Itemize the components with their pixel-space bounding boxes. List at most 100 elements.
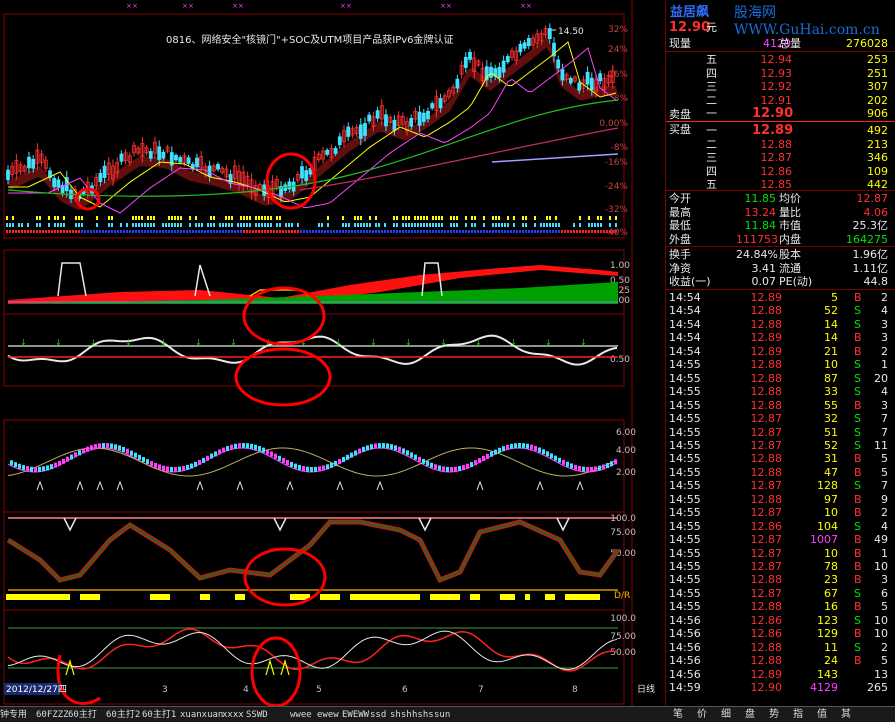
candle-body bbox=[392, 119, 397, 131]
tick-volume: 104 bbox=[817, 519, 838, 533]
tick-row: 14:55 12.88 33 S 4 bbox=[666, 385, 895, 398]
quote-tab[interactable]: 笔 bbox=[673, 708, 683, 722]
tick-volume: 11 bbox=[824, 640, 838, 654]
tick-row: 14:55 12.88 16 B 5 bbox=[666, 600, 895, 613]
stat-row: 收益(一) 0.07 PE(动) 44.8 bbox=[666, 275, 895, 288]
tick-row: 14:55 12.87 1007 B 49 bbox=[666, 533, 895, 546]
tick-price: 12.89 bbox=[750, 291, 783, 304]
quote-tab[interactable]: 细 bbox=[721, 708, 731, 722]
stat-label: 最高 bbox=[669, 205, 691, 219]
tick-side: S bbox=[854, 425, 861, 439]
tick-side: B bbox=[854, 546, 862, 560]
stat-label: 流通 bbox=[779, 261, 801, 275]
indicator-tab[interactable]: EWEWW bbox=[342, 708, 369, 722]
candle-body bbox=[589, 77, 594, 91]
tick-row: 14:55 12.88 55 B 3 bbox=[666, 399, 895, 412]
sub3-tick: 6.00 bbox=[616, 428, 636, 438]
quote-tab[interactable]: 价 bbox=[697, 708, 707, 722]
bid-volume: 109 bbox=[867, 164, 888, 178]
bid-volume: 492 bbox=[867, 124, 888, 137]
ask-price: 12.92 bbox=[760, 80, 793, 93]
tick-time: 14:55 bbox=[669, 533, 701, 547]
tick-side: S bbox=[854, 371, 861, 385]
tick-price: 12.86 bbox=[750, 627, 783, 641]
tick-price: 12.88 bbox=[750, 317, 783, 331]
svg-text:↓: ↓ bbox=[440, 338, 447, 347]
tick-price: 12.89 bbox=[750, 667, 783, 681]
indicator-tab[interactable]: hshs bbox=[412, 708, 434, 722]
stat-value: 12.87 bbox=[856, 192, 889, 205]
indicator-tab[interactable]: sun bbox=[434, 708, 450, 722]
stat-value: 11.84 bbox=[744, 219, 777, 232]
tick-side: B bbox=[854, 560, 862, 573]
candle-body bbox=[52, 177, 57, 188]
xaxis-tick: 8 bbox=[572, 685, 578, 695]
tick-time: 14:55 bbox=[669, 573, 701, 587]
tick-side: S bbox=[854, 613, 861, 627]
quote-tab[interactable]: 盘 bbox=[745, 708, 755, 722]
indicator-tab[interactable]: 60主打 bbox=[68, 708, 97, 722]
indicator-tab[interactable]: shsh bbox=[390, 708, 412, 722]
indicator-tab[interactable]: SSWD bbox=[246, 708, 268, 722]
pct-tick: -32% bbox=[605, 205, 629, 215]
tick-side: B bbox=[854, 654, 862, 668]
indicator-tab[interactable]: 60主打2 bbox=[106, 708, 140, 722]
tick-row: 14:55 12.86 104 S 4 bbox=[666, 520, 895, 533]
tick-price: 12.88 bbox=[750, 640, 783, 654]
quote-tab[interactable]: 其 bbox=[841, 708, 851, 722]
indicator-tab[interactable]: ewew bbox=[317, 708, 339, 722]
indicator-tab[interactable]: wwee bbox=[290, 708, 312, 722]
candle-body bbox=[56, 179, 61, 188]
xaxis-tick: 5 bbox=[316, 685, 322, 695]
bid-price: 12.88 bbox=[760, 137, 793, 151]
tick-count: 1 bbox=[881, 546, 888, 560]
tick-price: 12.87 bbox=[750, 425, 783, 439]
indicator-tab[interactable]: 60主打1 bbox=[142, 708, 176, 722]
bid-volume: 346 bbox=[867, 151, 888, 164]
stat-label: 外盘 bbox=[669, 232, 691, 246]
kline-chart-area[interactable]: × × × × × × × × × × × × 32% 24% 16% 8% 0.00% -8% -1… bbox=[0, 0, 665, 722]
ask-level-label: 五 bbox=[706, 53, 717, 66]
tick-price: 12.88 bbox=[750, 573, 783, 587]
stat-value: 1.11亿 bbox=[852, 261, 889, 275]
sub5-tick: 50.00 bbox=[610, 648, 636, 658]
indicator-tab[interactable]: xuanxuan bbox=[180, 708, 223, 722]
event-x-mark: × bbox=[238, 2, 244, 10]
quote-tab[interactable]: 指 bbox=[793, 708, 803, 722]
event-x-mark: × bbox=[232, 2, 238, 10]
candle-body bbox=[430, 103, 435, 109]
tick-time: 14:55 bbox=[669, 506, 701, 520]
tick-count: 2 bbox=[881, 640, 888, 654]
tick-volume: 33 bbox=[824, 385, 838, 399]
ask-volume: 307 bbox=[867, 80, 888, 93]
tick-row: 14:55 12.88 31 B 5 bbox=[666, 452, 895, 465]
indicator-tab[interactable]: 钟专用 bbox=[0, 708, 27, 722]
period-label[interactable]: 日线 bbox=[637, 683, 655, 695]
tick-side: S bbox=[854, 412, 861, 426]
stat-value: 111753 bbox=[736, 232, 778, 246]
tick-row: 14:54 12.88 52 S 4 bbox=[666, 304, 895, 317]
tick-time: 14:56 bbox=[669, 613, 701, 627]
quote-tab[interactable]: 值 bbox=[817, 708, 827, 722]
tick-price: 12.87 bbox=[750, 546, 783, 560]
tick-side: B bbox=[854, 465, 862, 479]
tick-price: 12.87 bbox=[750, 586, 783, 600]
pct-tick: -24% bbox=[605, 182, 629, 192]
indicator-tab[interactable]: 60FZZZ bbox=[36, 708, 69, 722]
stat-label: 均价 bbox=[779, 192, 801, 205]
indicator-tab[interactable]: xxxx bbox=[222, 708, 244, 722]
tick-price: 12.88 bbox=[750, 492, 783, 506]
candle-body bbox=[409, 118, 414, 127]
svg-text:↓: ↓ bbox=[475, 338, 482, 347]
event-x-mark: × bbox=[446, 2, 452, 10]
tick-volume: 14 bbox=[824, 331, 838, 345]
candle-body bbox=[556, 59, 561, 69]
sub3-tick: 2.00 bbox=[616, 468, 636, 478]
last-price: 12.90 bbox=[669, 20, 711, 35]
tick-row: 14:55 12.87 32 S 7 bbox=[666, 412, 895, 425]
candle-body bbox=[337, 136, 342, 146]
indicator-tab[interactable]: ssd bbox=[370, 708, 386, 722]
news-headline[interactable]: 0816、网络安全"核镜门"+SOC及UTM项目产品获IPv6金牌认证 bbox=[166, 33, 454, 46]
candle-body bbox=[455, 78, 460, 89]
quote-tab[interactable]: 势 bbox=[769, 708, 779, 722]
